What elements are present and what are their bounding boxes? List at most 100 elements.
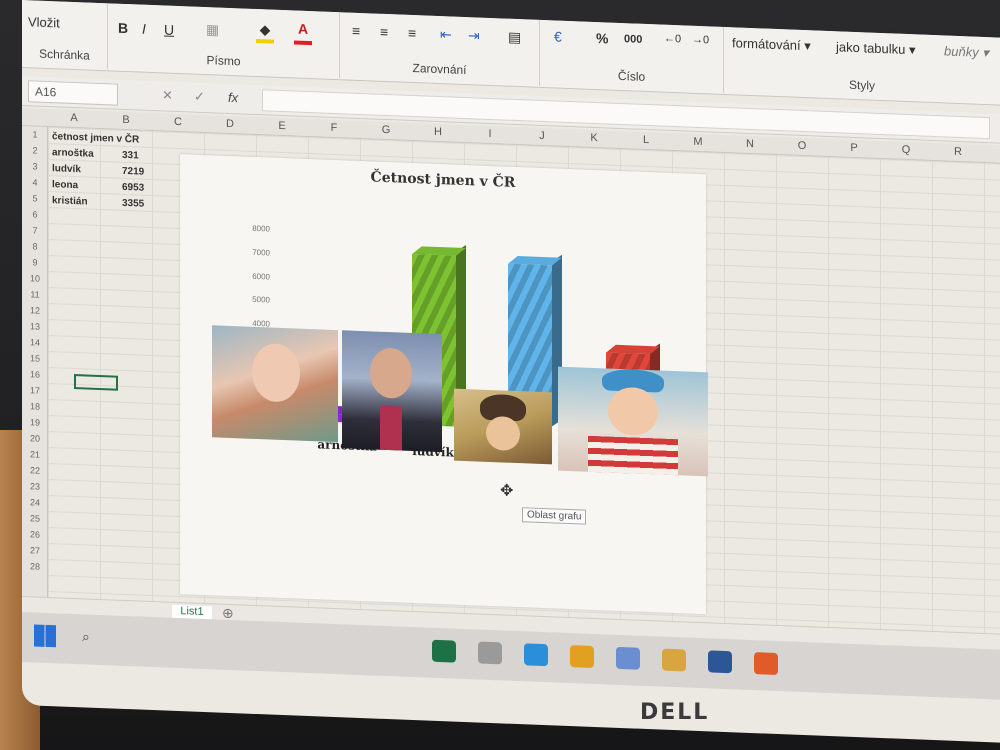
face-shape <box>252 342 300 403</box>
cancel-entry-icon[interactable]: ✕ <box>162 87 173 103</box>
laptop-screen: Vložit Schránka B I U ▦ ◆ A Písmo ≡ ≡ ≡ … <box>22 0 1000 743</box>
merge-cells-icon[interactable]: ▤ <box>508 29 521 47</box>
confirm-entry-icon[interactable]: ✓ <box>194 89 205 105</box>
row-header-17[interactable]: 17 <box>22 385 48 396</box>
row-header-10[interactable]: 10 <box>22 273 48 284</box>
row-header-2[interactable]: 2 <box>22 145 48 156</box>
column-header-n[interactable]: N <box>730 137 770 151</box>
table-cell-value[interactable]: 3355 <box>122 198 144 210</box>
row-header-6[interactable]: 6 <box>22 209 48 220</box>
photo-man-portrait[interactable] <box>342 330 442 453</box>
cell-styles-button[interactable]: buňky ▾ <box>944 43 989 61</box>
column-header-h[interactable]: H <box>418 125 458 139</box>
table-cell-name[interactable]: kristián <box>52 195 88 207</box>
percent-button[interactable]: % <box>596 30 608 46</box>
column-header-o[interactable]: O <box>782 139 822 153</box>
row-header-1[interactable]: 1 <box>22 129 48 140</box>
photo-boy-hat[interactable] <box>558 366 708 477</box>
row-header-21[interactable]: 21 <box>22 449 48 460</box>
column-header-m[interactable]: M <box>678 135 718 149</box>
table-cell-name[interactable]: arnoštka <box>52 147 94 160</box>
row-header-18[interactable]: 18 <box>22 401 48 412</box>
increase-decimal-icon[interactable]: ←0 <box>664 33 681 46</box>
photo-girl-hat[interactable] <box>454 388 552 465</box>
fill-color-icon[interactable]: ◆ <box>256 20 274 44</box>
column-header-l[interactable]: L <box>626 133 666 147</box>
table-cell-value[interactable]: 6953 <box>122 182 144 194</box>
name-box[interactable]: A16 <box>28 80 118 106</box>
word-icon[interactable] <box>708 650 732 674</box>
increase-indent-icon[interactable]: ⇥ <box>468 27 480 44</box>
row-header-28[interactable]: 28 <box>22 561 48 572</box>
firefox-icon[interactable] <box>754 652 778 676</box>
photo-woman-selfie[interactable] <box>212 325 338 443</box>
align-right-icon[interactable]: ≡ <box>408 25 416 41</box>
table-cell-value[interactable]: 331 <box>122 150 139 162</box>
column-header-r[interactable]: R <box>938 145 978 159</box>
column-header-g[interactable]: G <box>366 123 406 137</box>
bold-button[interactable]: B <box>118 20 128 36</box>
column-header-b[interactable]: B <box>106 113 146 127</box>
row-header-25[interactable]: 25 <box>22 513 48 524</box>
insert-function-button[interactable]: fx <box>228 90 238 105</box>
row-header-16[interactable]: 16 <box>22 369 48 380</box>
row-header-5[interactable]: 5 <box>22 193 48 204</box>
column-header-q[interactable]: Q <box>886 143 926 157</box>
table-cell-name[interactable]: leona <box>52 179 78 191</box>
column-header-j[interactable]: J <box>522 129 562 143</box>
row-header-26[interactable]: 26 <box>22 529 48 540</box>
active-cell-selection[interactable] <box>74 373 118 391</box>
row-header-20[interactable]: 20 <box>22 433 48 444</box>
font-group: B I U ▦ ◆ A Písmo <box>108 3 340 79</box>
decrease-indent-icon[interactable]: ⇤ <box>440 26 452 43</box>
table-cell-value[interactable]: 7219 <box>122 166 144 178</box>
align-center-icon[interactable]: ≡ <box>380 24 388 40</box>
conditional-formatting-button[interactable]: formátování ▾ <box>732 35 811 54</box>
chrome-icon[interactable] <box>570 645 594 668</box>
excel-icon[interactable] <box>432 639 456 663</box>
accounting-format-icon[interactable]: € <box>554 28 562 44</box>
column-header-k[interactable]: K <box>574 131 614 145</box>
windows-start-icon[interactable] <box>34 624 56 648</box>
column-header-i[interactable]: I <box>470 127 510 141</box>
row-header-15[interactable]: 15 <box>22 353 48 364</box>
decrease-decimal-icon[interactable]: →0 <box>692 34 709 47</box>
edge-icon[interactable] <box>524 643 548 667</box>
borders-icon[interactable]: ▦ <box>206 21 219 39</box>
search-icon[interactable]: ⌕ <box>82 628 90 645</box>
row-header-12[interactable]: 12 <box>22 305 48 316</box>
row-header-22[interactable]: 22 <box>22 465 48 476</box>
row-header-8[interactable]: 8 <box>22 241 48 252</box>
format-as-table-button[interactable]: jako tabulku ▾ <box>836 39 916 58</box>
column-header-d[interactable]: D <box>210 117 250 131</box>
row-header-23[interactable]: 23 <box>22 481 48 492</box>
column-header-a[interactable]: A <box>54 111 94 125</box>
face-shape <box>608 386 658 437</box>
row-header-11[interactable]: 11 <box>22 289 48 300</box>
column-header-c[interactable]: C <box>158 115 198 129</box>
folder-icon[interactable] <box>662 648 686 672</box>
row-header-4[interactable]: 4 <box>22 177 48 188</box>
row-header-3[interactable]: 3 <box>22 161 48 172</box>
align-left-icon[interactable]: ≡ <box>352 23 360 39</box>
row-header-7[interactable]: 7 <box>22 225 48 236</box>
row-header-14[interactable]: 14 <box>22 337 48 348</box>
row-header-19[interactable]: 19 <box>22 417 48 428</box>
row-header-24[interactable]: 24 <box>22 497 48 508</box>
font-color-icon[interactable]: A <box>294 20 312 46</box>
row-header-27[interactable]: 27 <box>22 545 48 556</box>
settings-icon[interactable] <box>616 646 640 670</box>
paste-button[interactable]: Vložit <box>28 14 60 30</box>
column-header-p[interactable]: P <box>834 141 874 155</box>
row-header-9[interactable]: 9 <box>22 257 48 268</box>
explorer-icon[interactable] <box>478 641 502 665</box>
italic-button[interactable]: I <box>142 21 146 37</box>
column-header-e[interactable]: E <box>262 119 302 133</box>
table-cell-name[interactable]: ludvík <box>52 163 81 175</box>
underline-button[interactable]: U <box>164 21 174 37</box>
clipboard-group: Vložit Schránka <box>22 0 108 70</box>
row-header-13[interactable]: 13 <box>22 321 48 332</box>
column-header-f[interactable]: F <box>314 121 354 135</box>
thousands-separator-button[interactable]: 000 <box>624 33 642 46</box>
y-tick-label: 6000 <box>252 271 270 282</box>
